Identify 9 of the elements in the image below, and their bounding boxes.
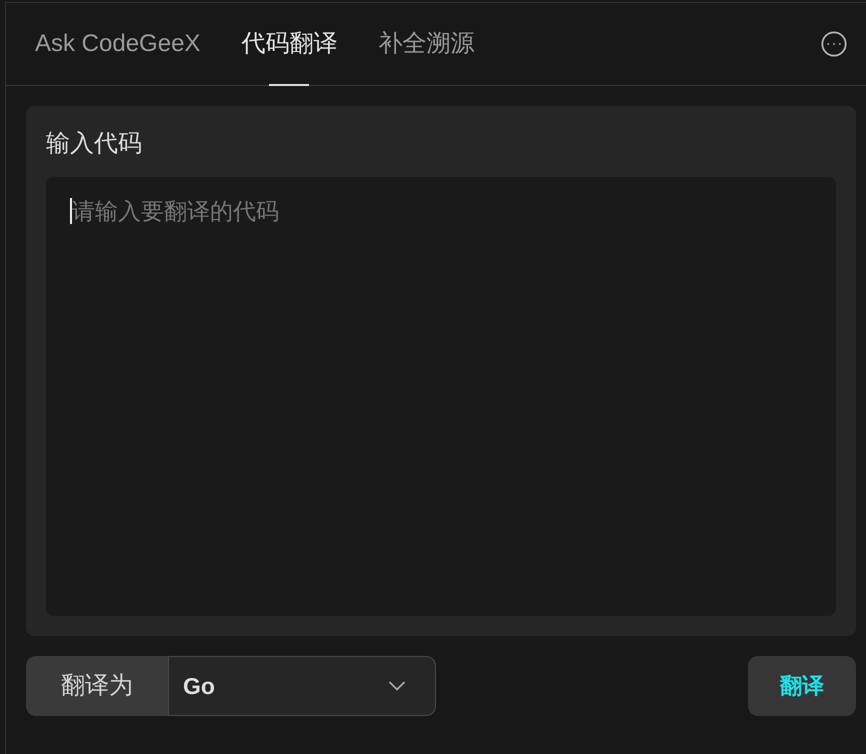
translate-to-label: 翻译为 [26, 656, 168, 716]
translate-button[interactable]: 翻译 [748, 656, 856, 716]
code-input-field[interactable]: 请输入要翻译的代码 [46, 177, 836, 616]
tab[interactable]: 补全溯源 [378, 3, 474, 85]
language-select[interactable]: Go [168, 656, 436, 716]
panel-title: 输入代码 [46, 132, 142, 156]
tab[interactable]: 代码翻译 [241, 3, 338, 85]
tab[interactable]: Ask CodeGeeX [35, 3, 200, 85]
more-icon[interactable] [820, 30, 848, 58]
